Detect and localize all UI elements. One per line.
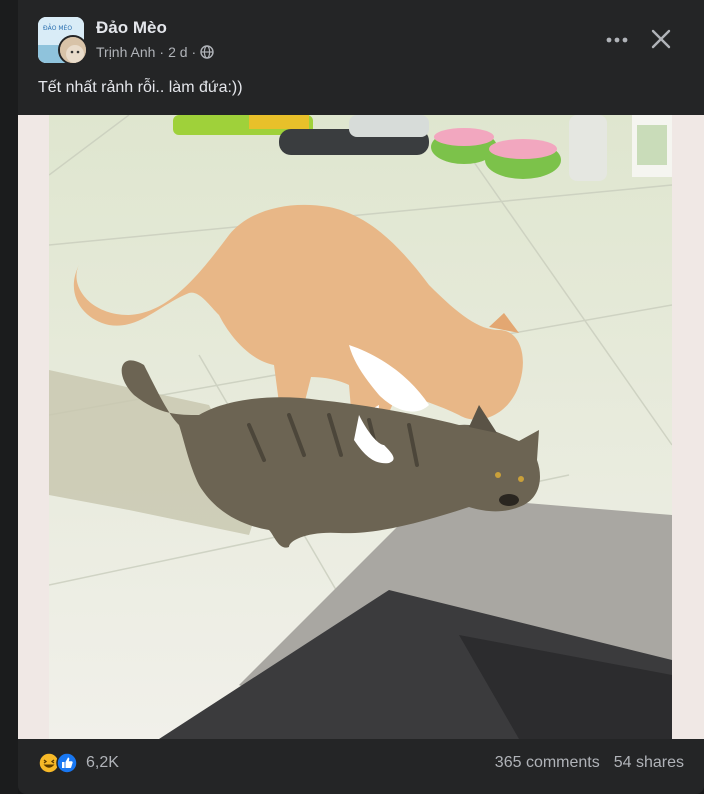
meta-separator-2: · <box>191 44 197 60</box>
globe-icon <box>200 45 214 59</box>
group-name[interactable]: Đảo Mèo <box>96 18 167 38</box>
reactions-summary[interactable]: 6,2K <box>38 752 119 774</box>
svg-text:ĐẢO MÈO: ĐẢO MÈO <box>43 24 72 32</box>
shares-count[interactable]: 54 shares <box>614 754 684 772</box>
post-media[interactable] <box>18 115 704 739</box>
post-time[interactable]: 2 d <box>168 44 187 60</box>
backdrop <box>0 0 18 794</box>
post-text: Tết nhất rảnh rỗi.. làm đứa:)) <box>38 79 243 96</box>
author-avatar[interactable] <box>58 35 88 65</box>
reaction-count: 6,2K <box>86 754 119 771</box>
cat-photo[interactable] <box>49 115 672 739</box>
close-icon <box>651 29 671 49</box>
author-name[interactable]: Trịnh Anh <box>96 44 155 60</box>
like-icon <box>56 752 78 774</box>
post-footer: 6,2K 365 comments 54 shares <box>18 742 704 788</box>
engagement-stats: 365 comments 54 shares <box>495 754 684 772</box>
comments-count[interactable]: 365 comments <box>495 754 600 772</box>
post-header: ĐẢO MÈO Đảo Mèo Trịnh Anh · 2 d · <box>18 0 704 70</box>
post-meta: Trịnh Anh · 2 d · <box>96 44 214 60</box>
close-button[interactable] <box>644 22 678 56</box>
post-card: ĐẢO MÈO Đảo Mèo Trịnh Anh · 2 d · Tết nh… <box>18 0 704 794</box>
more-options-icon <box>606 37 628 43</box>
meta-separator: · <box>159 44 165 60</box>
more-options-button[interactable] <box>601 24 633 56</box>
